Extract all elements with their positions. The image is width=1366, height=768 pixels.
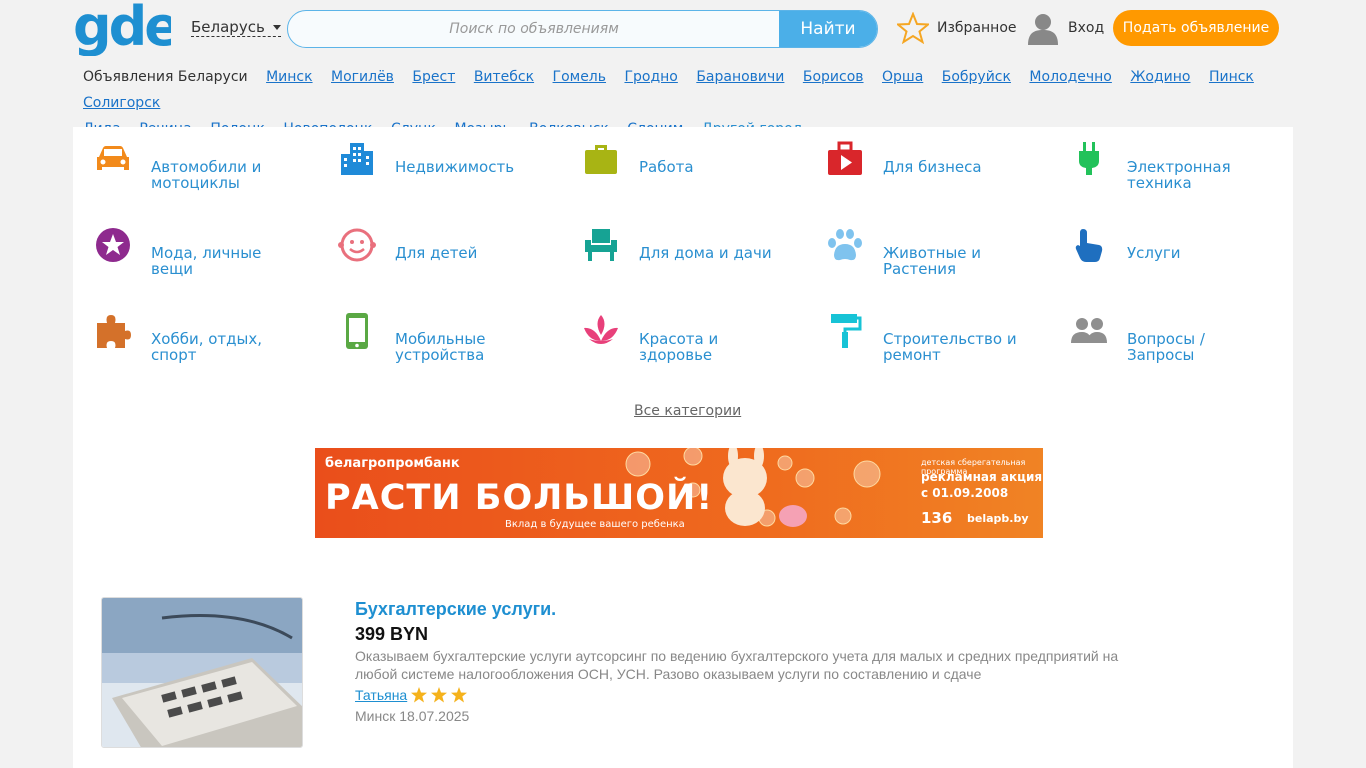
people-icon xyxy=(1071,318,1107,343)
banner-promo-line3: с 01.09.2008 xyxy=(921,486,1009,500)
main-panel: Автомобили и мотоциклы Недвижимость Рабо… xyxy=(73,127,1293,768)
category-label: Услуги xyxy=(1127,244,1181,262)
all-categories-link[interactable]: Все категории xyxy=(634,403,741,419)
paw-icon xyxy=(828,229,862,261)
country-label: Беларусь xyxy=(191,18,265,36)
banner-site: belapb.by xyxy=(967,512,1029,525)
category-beauty[interactable]: Красота и здоровье xyxy=(561,307,801,367)
banner-subline: Вклад в будущее вашего ребенка xyxy=(505,519,685,530)
city-link[interactable]: Гомель xyxy=(553,64,606,90)
city-link[interactable]: Гродно xyxy=(624,64,677,90)
city-link[interactable]: Бобруйск xyxy=(942,64,1011,90)
gde-logo[interactable]: gde xyxy=(73,2,171,56)
city-link[interactable]: Борисов xyxy=(803,64,864,90)
banner-phone: 136 xyxy=(921,509,953,527)
ad-banner[interactable]: белагропромбанк РАСТИ БОЛЬШОЙ! Вклад в б… xyxy=(315,448,1043,538)
listing-seller: Татьяна xyxy=(355,687,477,703)
country-selector[interactable]: Беларусь xyxy=(191,18,281,37)
rating-stars xyxy=(411,687,468,703)
rating-star-icon xyxy=(411,687,428,703)
city-link[interactable]: Молодечно xyxy=(1029,64,1111,90)
site-header: gde Беларусь Найти Избранное Вход Подать… xyxy=(0,0,1366,137)
chevron-down-icon xyxy=(272,25,281,30)
listing-price: 399 BYN xyxy=(355,624,429,644)
category-label: Вопросы / Запросы xyxy=(1127,330,1205,364)
buildings-icon xyxy=(341,143,373,175)
post-ad-button[interactable]: Подать объявление xyxy=(1113,10,1279,46)
category-auto[interactable]: Автомобили и мотоциклы xyxy=(73,135,313,195)
search-input[interactable] xyxy=(288,11,780,47)
category-label: Автомобили и мотоциклы xyxy=(151,158,262,192)
category-label: Недвижимость xyxy=(395,158,515,176)
category-realty[interactable]: Недвижимость xyxy=(317,135,557,195)
city-link[interactable]: Пинск xyxy=(1209,64,1254,90)
favorites-label: Избранное xyxy=(937,20,1017,36)
city-link[interactable]: Барановичи xyxy=(696,64,784,90)
smartphone-icon xyxy=(346,313,368,349)
listing-title[interactable]: Бухгалтерские услуги. xyxy=(355,599,556,620)
search-bar: Найти xyxy=(287,10,878,48)
banner-headline: РАСТИ БОЛЬШОЙ! xyxy=(325,478,714,518)
hand-pointer-icon xyxy=(1075,229,1103,262)
car-icon xyxy=(97,146,129,170)
category-animals[interactable]: Животные и Растения xyxy=(805,221,1045,281)
listing-location-date: Минск 18.07.2025 xyxy=(355,708,470,724)
star-outline-icon xyxy=(897,12,929,44)
user-icon xyxy=(1028,14,1058,45)
armchair-icon xyxy=(585,229,617,261)
category-business[interactable]: Для бизнеса xyxy=(805,135,1045,195)
category-kids[interactable]: Для детей xyxy=(317,221,557,281)
category-services[interactable]: Услуги xyxy=(1049,221,1289,281)
briefcase-icon xyxy=(585,145,617,174)
category-label: Работа xyxy=(639,158,694,176)
listing-card: Бухгалтерские услуги. 399 BYN Оказываем … xyxy=(101,595,1281,755)
search-button[interactable]: Найти xyxy=(779,11,877,47)
rating-star-icon xyxy=(431,687,448,703)
cities-home-label: Объявления Беларуси xyxy=(83,69,248,85)
plug-icon xyxy=(1079,142,1099,175)
category-label: Мода, личные вещи xyxy=(151,244,262,278)
city-link[interactable]: Витебск xyxy=(474,64,534,90)
listing-description: Оказываем бухгалтерские услуги аутсорсин… xyxy=(355,648,1119,682)
listing-thumbnail[interactable] xyxy=(101,597,303,748)
favorites-link[interactable]: Избранное xyxy=(897,11,1017,45)
paint-roller-icon xyxy=(831,314,862,348)
category-label: Для детей xyxy=(395,244,478,262)
category-electronics[interactable]: Электронная техника xyxy=(1049,135,1289,195)
city-link[interactable]: Могилёв xyxy=(331,64,394,90)
rating-star-icon xyxy=(451,687,468,703)
baby-face-icon xyxy=(338,228,376,262)
seller-link[interactable]: Татьяна xyxy=(355,687,407,703)
svg-text:gde: gde xyxy=(73,2,171,56)
login-label: Вход xyxy=(1068,20,1105,36)
calculator-photo xyxy=(102,598,302,747)
star-badge-icon xyxy=(96,228,130,262)
category-label: Для дома и дачи xyxy=(639,244,772,262)
category-hobby[interactable]: Хобби, отдых, спорт xyxy=(73,307,313,367)
lotus-icon xyxy=(584,315,618,344)
category-label: Электронная техника xyxy=(1127,158,1231,192)
video-play-icon xyxy=(828,141,862,175)
category-fashion[interactable]: Мода, личные вещи xyxy=(73,221,313,281)
puzzle-icon xyxy=(97,315,131,348)
category-mobile[interactable]: Мобильные устройства xyxy=(317,307,557,367)
city-link[interactable]: Солигорск xyxy=(83,90,160,116)
category-label: Красота и здоровье xyxy=(639,330,719,364)
category-label: Животные и Растения xyxy=(883,244,982,278)
city-link[interactable]: Жодино xyxy=(1130,64,1190,90)
category-home[interactable]: Для дома и дачи xyxy=(561,221,801,281)
banner-promo-line2: рекламная акция xyxy=(921,470,1043,484)
category-jobs[interactable]: Работа xyxy=(561,135,801,195)
category-label: Для бизнеса xyxy=(883,158,982,176)
category-construction[interactable]: Строительство и ремонт xyxy=(805,307,1045,367)
category-label: Строительство и ремонт xyxy=(883,330,1017,364)
banner-bank-name: белагропромбанк xyxy=(325,456,460,471)
city-link[interactable]: Минск xyxy=(266,64,312,90)
city-link[interactable]: Брест xyxy=(412,64,455,90)
login-link[interactable]: Вход xyxy=(1026,11,1104,45)
category-questions[interactable]: Вопросы / Запросы xyxy=(1049,307,1289,367)
city-link[interactable]: Орша xyxy=(882,64,923,90)
category-label: Хобби, отдых, спорт xyxy=(151,330,263,364)
category-label: Мобильные устройства xyxy=(395,330,486,364)
